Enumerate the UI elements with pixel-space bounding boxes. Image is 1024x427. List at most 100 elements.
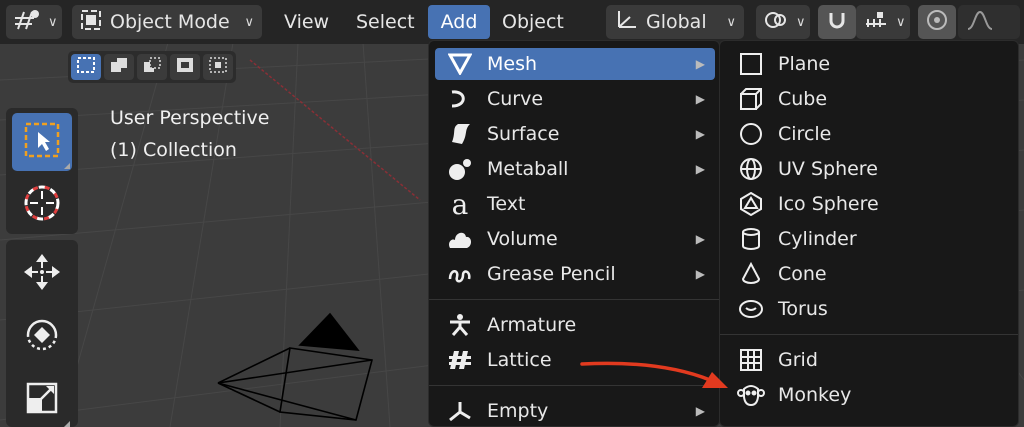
menu-item-metaball[interactable]: Metaball ▶ — [435, 153, 715, 185]
move-arrows-icon — [22, 252, 62, 297]
select-intersect-button[interactable] — [203, 54, 233, 80]
falloff-selector[interactable] — [958, 5, 1020, 39]
chevron-down-icon: ∨ — [896, 14, 906, 30]
select-invert-icon — [175, 56, 195, 79]
submenu-arrow-icon: ▶ — [695, 92, 705, 106]
orientation-label: Global — [646, 11, 707, 33]
chevron-down-icon: ∨ — [726, 14, 736, 30]
mesh-submenu: Plane Cube Circle UV Sphere Ico Sphere C… — [719, 40, 1019, 427]
falloff-curve-icon — [966, 9, 994, 36]
empty-icon — [445, 396, 475, 426]
volume-icon — [445, 224, 475, 254]
submenu-arrow-icon: ▶ — [695, 127, 705, 141]
submenu-arrow-icon: ▶ — [695, 404, 705, 418]
select-box-icon — [22, 120, 62, 165]
move-tool[interactable] — [12, 245, 72, 303]
chevron-down-icon: ∨ — [48, 14, 58, 30]
submenu-arrow-icon: ▶ — [695, 162, 705, 176]
menu-view[interactable]: View — [274, 5, 339, 39]
menu-item-cube[interactable]: Cube — [726, 83, 1012, 115]
viewport-editor-icon — [14, 9, 40, 36]
chevron-down-icon: ∨ — [796, 14, 806, 30]
scale-tool[interactable] — [12, 371, 72, 427]
proportional-editing-toggle[interactable] — [918, 5, 956, 39]
torus-icon — [736, 294, 766, 324]
select-intersect-icon — [208, 56, 228, 79]
tool-variants-corner — [64, 421, 70, 427]
select-subtract-icon — [142, 56, 162, 79]
rotate-icon — [22, 315, 62, 360]
menu-select[interactable]: Select — [346, 5, 425, 39]
camera-object — [217, 312, 374, 421]
select-extend-icon — [109, 56, 129, 79]
submenu-arrow-icon: ▶ — [695, 57, 705, 71]
menu-item-circle[interactable]: Circle — [726, 118, 1012, 150]
snap-target-selector[interactable]: ∨ — [856, 5, 910, 39]
circle-icon — [736, 119, 766, 149]
toolbox-select-group — [6, 108, 78, 234]
menu-item-torus[interactable]: Torus — [726, 293, 1012, 325]
tool-variants-corner — [64, 163, 70, 169]
menu-item-volume[interactable]: Volume ▶ — [435, 223, 715, 255]
select-new-button[interactable] — [71, 54, 101, 80]
toolbox-transform-group — [6, 240, 78, 427]
menu-item-plane[interactable]: Plane — [726, 48, 1012, 80]
pivot-icon — [764, 9, 788, 36]
object-mode-icon — [80, 9, 102, 36]
chevron-down-icon: ∨ — [244, 14, 254, 30]
submenu-arrow-icon: ▶ — [695, 267, 705, 281]
cursor-tool[interactable] — [12, 176, 72, 234]
metaball-icon — [445, 154, 475, 184]
menu-add[interactable]: Add — [428, 5, 490, 39]
uv-sphere-icon — [736, 154, 766, 184]
menu-item-armature[interactable]: Armature — [435, 309, 715, 341]
cylinder-icon — [736, 224, 766, 254]
select-subtract-button[interactable] — [137, 54, 167, 80]
proportional-edit-icon — [926, 9, 948, 36]
plane-icon — [736, 49, 766, 79]
mode-selector[interactable]: Object Mode ∨ — [72, 5, 262, 39]
menu-item-ico-sphere[interactable]: Ico Sphere — [726, 188, 1012, 220]
view-perspective-label: User Perspective — [110, 107, 270, 129]
menu-item-surface[interactable]: Surface ▶ — [435, 118, 715, 150]
armature-icon — [445, 310, 475, 340]
menu-item-grid[interactable]: Grid — [726, 344, 1012, 376]
menu-item-cylinder[interactable]: Cylinder — [726, 223, 1012, 255]
menu-separator — [429, 299, 719, 300]
magnet-icon — [826, 9, 848, 36]
submenu-arrow-icon: ▶ — [695, 232, 705, 246]
menu-object[interactable]: Object — [492, 5, 574, 39]
menu-item-cone[interactable]: Cone — [726, 258, 1012, 290]
select-invert-button[interactable] — [170, 54, 200, 80]
editor-type-button[interactable]: ∨ — [6, 5, 62, 39]
menu-item-text[interactable]: a Text — [435, 187, 715, 221]
mode-label: Object Mode — [110, 11, 230, 33]
orientation-axes-icon — [614, 8, 638, 37]
mesh-icon — [445, 49, 475, 79]
viewport-header: ∨ Object Mode ∨ View Select Add Object G… — [0, 0, 1024, 44]
menu-item-curve[interactable]: Curve ▶ — [435, 83, 715, 115]
collection-label: (1) Collection — [110, 139, 237, 161]
lattice-icon — [445, 345, 475, 375]
3d-cursor-icon — [21, 182, 63, 229]
rotate-tool[interactable] — [12, 308, 72, 366]
text-icon: a — [451, 187, 469, 221]
curve-icon — [445, 84, 475, 114]
selection-mode-bar — [68, 51, 236, 83]
surface-icon — [445, 119, 475, 149]
select-box-tool[interactable] — [12, 113, 72, 171]
transform-orientation-selector[interactable]: Global ∨ — [606, 5, 744, 39]
menu-item-monkey[interactable]: Monkey — [726, 379, 1012, 411]
cube-icon — [736, 84, 766, 114]
ico-sphere-icon — [736, 189, 766, 219]
menu-item-grease-pencil[interactable]: Grease Pencil ▶ — [435, 258, 715, 290]
menu-item-uv-sphere[interactable]: UV Sphere — [726, 153, 1012, 185]
menu-item-mesh[interactable]: Mesh ▶ — [435, 48, 715, 80]
pivot-point-button[interactable]: ∨ — [756, 5, 810, 39]
snap-increment-icon — [864, 9, 888, 36]
annotation-arrow — [580, 361, 728, 388]
select-new-icon — [76, 56, 96, 79]
snap-toggle[interactable] — [818, 5, 856, 39]
cone-icon — [736, 259, 766, 289]
select-extend-button[interactable] — [104, 54, 134, 80]
